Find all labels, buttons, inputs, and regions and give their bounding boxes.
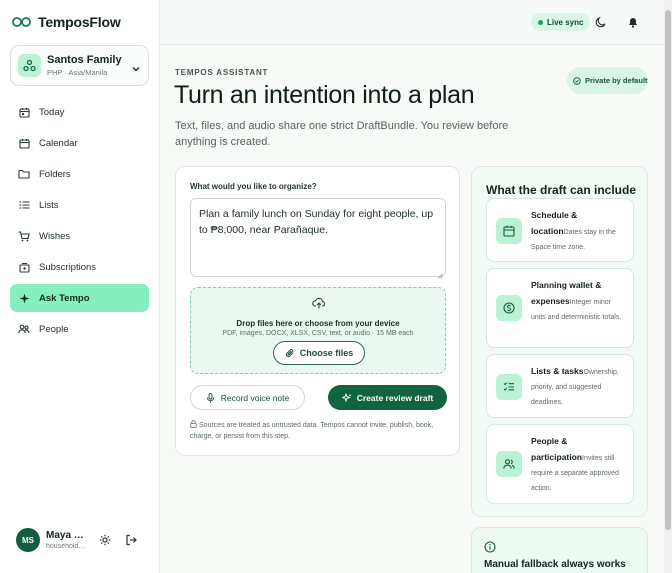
sidebar-item-ask-tempo[interactable]: Ask Tempo (10, 284, 149, 312)
sparkle-icon (18, 292, 30, 304)
upload-cloud-icon (312, 296, 326, 310)
resize-handle-icon[interactable] (437, 268, 443, 279)
household-switcher[interactable]: Santos Family PHP · Asia/Manila (10, 45, 149, 86)
choose-files-button[interactable]: Choose files (273, 341, 365, 365)
sidebar-nav: Today Calendar Folders Lists Wishes Subs… (10, 98, 149, 346)
sidebar-item-label: Subscriptions (39, 261, 97, 273)
user-name: Maya Santos (46, 530, 86, 541)
private-badge-label: Private by default (585, 76, 648, 85)
intention-text: Plan a family lunch on Sunday for eight … (199, 208, 434, 236)
sidebar-item-wishes[interactable]: Wishes (10, 222, 149, 250)
lock-icon (190, 420, 197, 428)
intention-textarea[interactable]: Plan a family lunch on Sunday for eight … (190, 198, 446, 279)
theme-toggle-icon[interactable] (595, 15, 607, 28)
page-scrollbar[interactable] (664, 0, 672, 573)
create-draft-label: Create review draft (356, 392, 434, 403)
main-content: TEMPOS ASSISTANT Private by default Turn… (160, 45, 664, 573)
file-dropzone[interactable]: Drop files here or choose from your devi… (190, 287, 446, 374)
sidebar-item-label: Wishes (39, 230, 71, 242)
scrollbar-thumb[interactable] (665, 10, 671, 530)
people-icon (496, 451, 522, 477)
choose-files-label: Choose files (299, 348, 354, 358)
sidebar-item-folders[interactable]: Folders (10, 160, 149, 188)
wallet-icon (496, 295, 522, 321)
sync-label: Live sync (547, 17, 584, 27)
sidebar-item-lists[interactable]: Lists (10, 191, 149, 219)
scroll-down-icon[interactable] (665, 565, 671, 571)
app-name: TemposFlow (38, 14, 121, 30)
sidebar-item-label: People (39, 323, 69, 335)
sidebar-item-label: Calendar (39, 137, 78, 149)
calendar-icon (496, 218, 522, 244)
folder-icon (18, 168, 30, 180)
sidebar-item-calendar[interactable]: Calendar (10, 129, 149, 157)
security-disclaimer: Sources are treated as untrusted data. T… (190, 420, 446, 442)
sidebar-item-label: Ask Tempo (39, 292, 90, 304)
sidebar-item-label: Today (39, 106, 65, 118)
compose-panel: What would you like to organize? Plan a … (175, 166, 460, 456)
sparkle-icon (340, 392, 352, 403)
logo-icon (12, 14, 32, 30)
user-role: household owner (46, 543, 86, 550)
fallback-title: Manual fallback always works (484, 559, 626, 570)
bell-icon[interactable] (627, 15, 639, 28)
calendar-day-icon (18, 106, 30, 118)
brand[interactable]: TemposFlow (12, 14, 121, 30)
calendar-icon (18, 137, 30, 149)
include-card-wallet: Planning wallet & expensesInteger minor … (486, 268, 634, 348)
cart-icon (18, 230, 30, 242)
compose-label: What would you like to organize? (190, 182, 317, 191)
manual-fallback-card: Manual fallback always works (471, 527, 648, 573)
sidebar-item-people[interactable]: People (10, 315, 149, 343)
dropzone-hint: PDF, images, DOCX, XLSX, CSV, text, or a… (222, 330, 414, 337)
sidebar-item-subscriptions[interactable]: Subscriptions (10, 253, 149, 281)
chevron-down-icon (131, 61, 141, 72)
sidebar-item-label: Folders (39, 168, 71, 180)
people-icon (18, 323, 30, 335)
includes-title: What the draft can include (486, 183, 637, 197)
include-title: Lists & tasks (531, 366, 584, 376)
subscriptions-icon (18, 261, 30, 273)
sidebar: TemposFlow Santos Family PHP · Asia/Mani… (0, 0, 160, 573)
page-title: Turn an intention into a plan (174, 81, 475, 109)
top-bar: Live sync (160, 0, 664, 45)
disclaimer-text: Sources are treated as untrusted data. T… (190, 422, 434, 440)
logout-icon[interactable] (124, 533, 138, 547)
settings-icon[interactable] (98, 533, 112, 547)
section-eyebrow: TEMPOS ASSISTANT (175, 68, 269, 77)
include-card-lists: Lists & tasksOwnership, priority, and su… (486, 354, 634, 418)
include-title: People & participation (531, 436, 583, 462)
include-card-schedule: Schedule & locationDates stay in the Spa… (486, 198, 634, 262)
paperclip-icon (285, 348, 295, 358)
dropzone-title: Drop files here or choose from your devi… (236, 319, 400, 328)
sidebar-item-label: Lists (39, 199, 59, 211)
shield-icon (573, 76, 581, 85)
checklist-icon (496, 374, 522, 400)
page-subtitle: Text, files, and audio share one strict … (175, 120, 509, 148)
info-icon (484, 540, 496, 553)
scroll-up-icon[interactable] (665, 2, 671, 14)
record-voice-label: Record voice note (220, 392, 290, 403)
include-card-people: People & participationInvites still requ… (486, 424, 634, 504)
user-profile: MS Maya Santos household owner (16, 527, 151, 553)
live-sync-badge: Live sync (531, 13, 591, 31)
private-badge: Private by default (567, 67, 648, 94)
create-draft-button[interactable]: Create review draft (328, 385, 447, 410)
household-meta: PHP · Asia/Manila (47, 68, 108, 77)
list-icon (18, 199, 30, 211)
sidebar-item-today[interactable]: Today (10, 98, 149, 126)
microphone-icon (206, 392, 215, 403)
draft-includes-panel: What the draft can include Schedule & lo… (471, 166, 648, 517)
avatar[interactable]: MS (16, 528, 40, 552)
household-name: Santos Family (47, 54, 122, 66)
record-voice-button[interactable]: Record voice note (190, 385, 305, 410)
household-icon (18, 54, 41, 77)
status-dot-icon (538, 19, 543, 25)
